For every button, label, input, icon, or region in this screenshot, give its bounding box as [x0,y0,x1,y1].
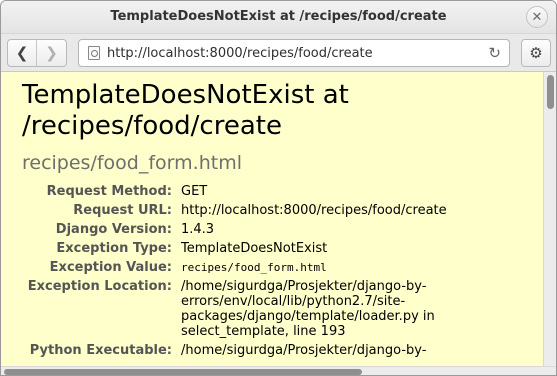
toolbar: ❮ ❯ http://localhost:8000/recipes/food/c… [1,34,556,72]
request-summary-table: Request Method: GET Request URL: http://… [1,184,541,362]
row-label: Request URL: [73,203,172,218]
row-label: Python Executable: [29,343,172,358]
row-value: TemplateDoesNotExist [181,241,328,256]
row-value: GET [181,184,208,199]
reload-icon[interactable]: ↻ [488,44,501,62]
vertical-scrollbar-thumb[interactable] [547,75,554,109]
horizontal-scrollbar[interactable] [1,366,556,375]
row-value: 1.4.3 [181,222,215,237]
row-value: /home/sigurdga/Prosjekter/django-by-erro… [181,279,435,339]
row-label: Exception Type: [56,241,172,256]
row-value: http://localhost:8000/recipes/food/creat… [181,203,447,218]
forward-button[interactable]: ❯ [37,40,66,66]
summary-row-exception-location: Exception Location: /home/sigurdga/Prosj… [1,279,541,339]
row-label: Django Version: [55,222,172,237]
vertical-scrollbar[interactable] [543,72,556,366]
gear-icon: ⚙ [529,44,543,62]
summary-row-exception-type: Exception Type: TemplateDoesNotExist [1,241,541,256]
row-label: Exception Location: [27,279,172,294]
page-title: TemplateDoesNotExist at /recipes/food/cr… [22,80,349,141]
summary-row-exception-value: Exception Value: recipes/food_form.html [1,260,541,275]
summary-row-request-method: Request Method: GET [1,184,541,199]
summary-row-request-url: Request URL: http://localhost:8000/recip… [1,203,541,218]
summary-row-django-version: Django Version: 1.4.3 [1,222,541,237]
horizontal-scrollbar-thumb[interactable] [4,369,362,375]
template-name: recipes/food_form.html [22,152,242,174]
page-content: TemplateDoesNotExist at /recipes/food/cr… [1,72,543,366]
row-label: Exception Value: [49,260,172,275]
back-button[interactable]: ❮ [8,40,38,66]
page-icon [88,46,100,60]
row-value: recipes/food_form.html [181,261,327,274]
row-value: /home/sigurdga/Prosjekter/django-by- [181,343,427,358]
chevron-left-icon: ❮ [15,44,29,62]
address-bar[interactable]: http://localhost:8000/recipes/food/creat… [78,39,510,67]
browser-window: TemplateDoesNotExist at /recipes/food/cr… [0,0,557,376]
window-title: TemplateDoesNotExist at /recipes/food/cr… [110,9,447,24]
row-label: Request Method: [46,184,172,199]
settings-menu-button[interactable]: ⚙ [521,39,551,67]
title-bar: TemplateDoesNotExist at /recipes/food/cr… [1,1,556,34]
url-text[interactable]: http://localhost:8000/recipes/food/creat… [107,46,373,61]
navigation-buttons: ❮ ❯ [7,39,67,67]
close-icon[interactable]: ✕ [526,6,548,28]
summary-row-python-executable: Python Executable: /home/sigurdga/Prosje… [1,343,541,358]
chevron-right-icon: ❯ [45,44,58,62]
